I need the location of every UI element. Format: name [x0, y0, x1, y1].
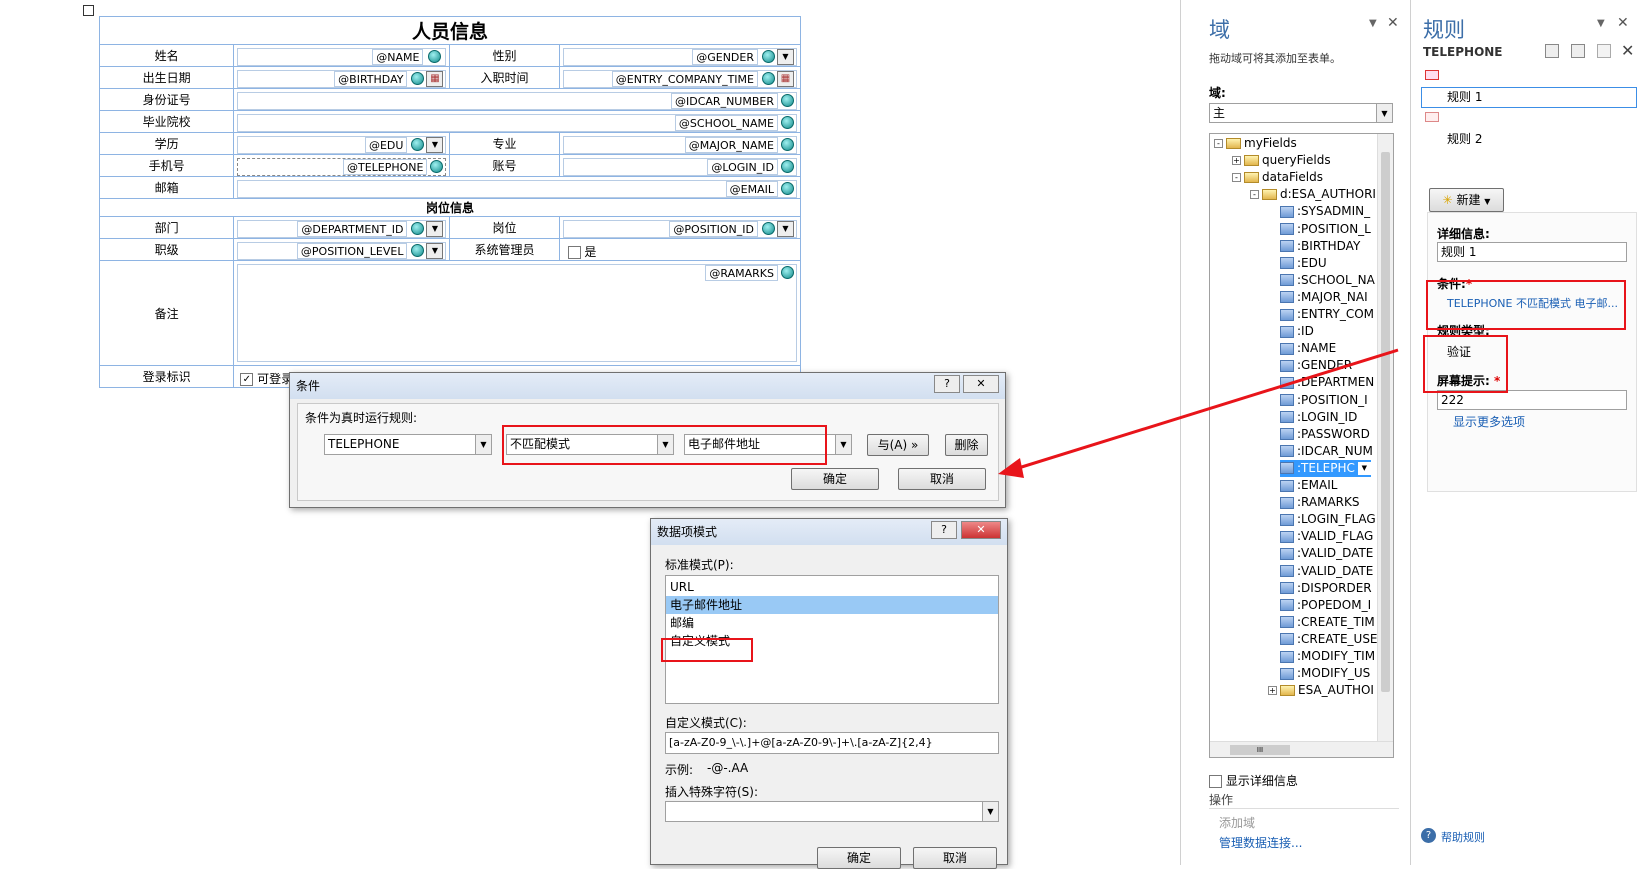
annotation-arrow [998, 348, 1399, 478]
